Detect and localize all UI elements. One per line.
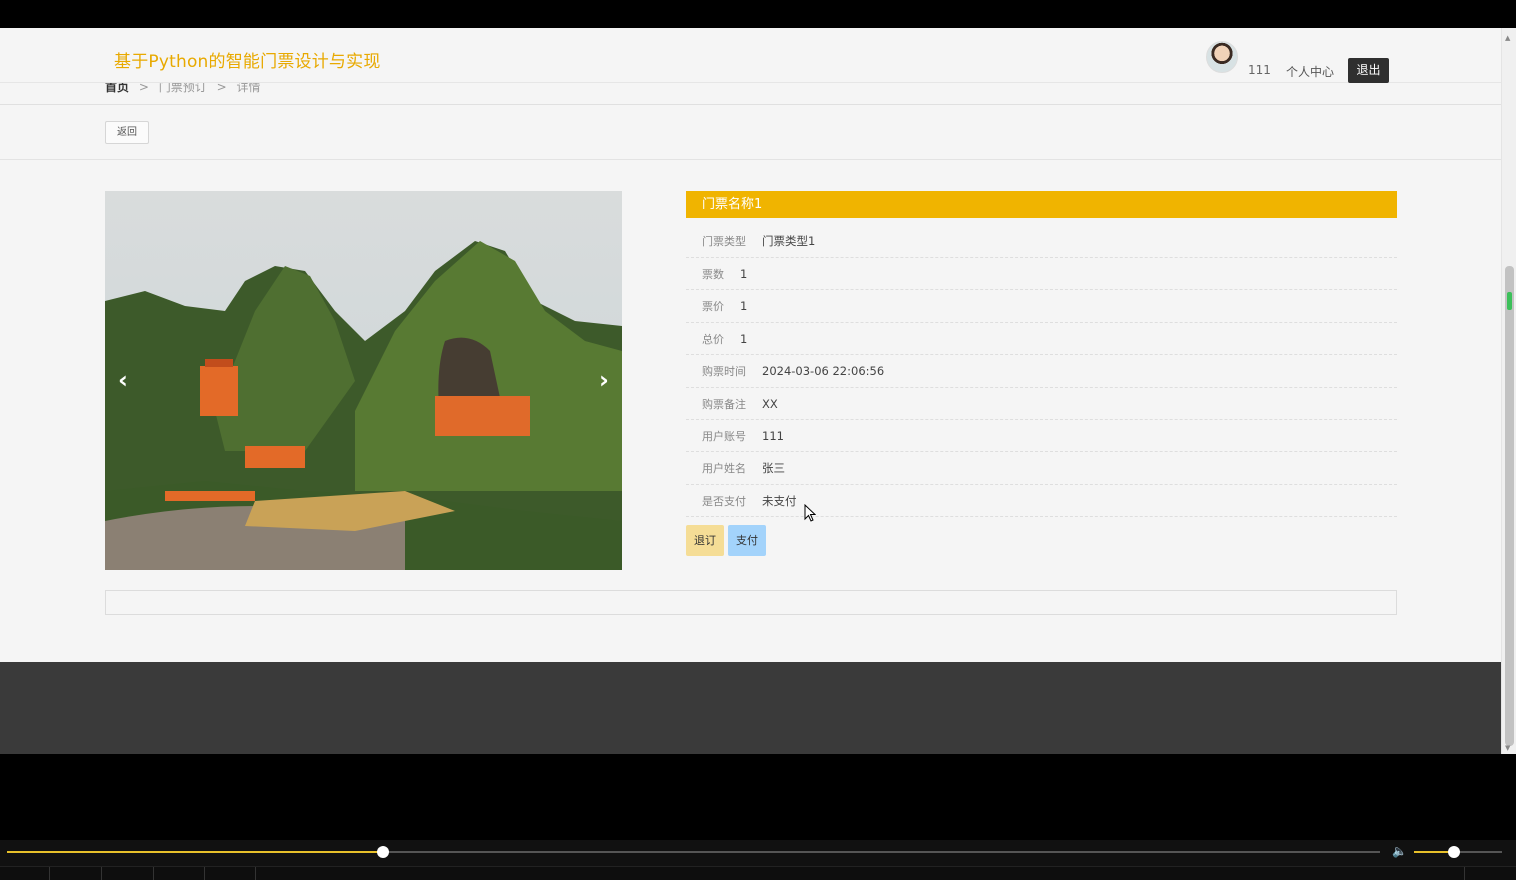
scrollbar-thumb[interactable] [1505,266,1514,746]
field-label: 购票时间 [702,365,746,379]
field-value: 1 [740,331,748,346]
scroll-up-icon[interactable]: ▲ [1505,34,1510,42]
volume-knob[interactable] [1447,846,1460,858]
detail-row: 门票类型 门票类型1 [686,218,1397,258]
taskbar-divider [255,867,256,880]
detail-row: 购票时间 2024-03-06 22:06:56 [686,355,1397,388]
detail-row: 是否支付 未支付 [686,485,1397,518]
field-value: 门票类型1 [762,234,816,248]
scroll-down-icon[interactable]: ▼ [1505,744,1510,752]
avatar[interactable] [1206,41,1238,73]
progress-track[interactable] [7,846,1380,858]
field-label: 总价 [702,332,724,346]
back-button[interactable]: 返回 [105,121,149,144]
field-value: 2024-03-06 22:06:56 [762,364,885,379]
browser-viewport: 基于Python的智能门票设计与实现 111 个人中心 退出 首页 > 门票预订… [0,28,1516,754]
media-player-bar: 🔈 [0,840,1516,880]
site-title[interactable]: 基于Python的智能门票设计与实现 [114,47,381,72]
site-header: 基于Python的智能门票设计与实现 111 个人中心 退出 [0,31,1501,83]
taskbar-divider [49,867,50,880]
site-footer [0,662,1501,754]
field-value: 1 [740,267,748,281]
taskbar-divider [101,867,102,880]
taskbar-divider [153,867,154,880]
carousel-next-icon[interactable]: › [594,367,614,393]
taskbar-strip [0,866,1516,880]
field-value: 未支付 [762,493,797,508]
detail-row: 用户账号 111 [686,420,1397,453]
field-label: 票价 [702,300,724,314]
field-label: 是否支付 [702,494,746,508]
ticket-title: 门票名称1 [686,191,1397,218]
taskbar-divider [204,867,205,880]
field-value: 张三 [762,461,785,476]
pay-button[interactable]: 支付 [728,525,766,557]
vertical-scrollbar[interactable]: ▲ ▼ [1501,28,1516,754]
logout-button[interactable]: 退出 [1348,58,1389,83]
taskbar-divider [1464,867,1465,880]
breadcrumb-bar: 首页 > 门票预订 > 详情 [0,80,1501,105]
user-name: 111 [1248,63,1271,77]
empty-content-box [105,590,1397,615]
action-buttons: 退订 支付 [686,525,1397,557]
field-value: 111 [762,428,784,443]
refund-button[interactable]: 退订 [686,525,724,557]
image-carousel[interactable]: ‹ › [105,191,622,570]
volume-track[interactable] [1414,846,1502,858]
scroll-marker [1507,292,1512,310]
detail-row: 总价 1 [686,323,1397,356]
mouse-cursor-icon [804,504,816,522]
field-label: 用户账号 [702,429,746,443]
detail-row: 票价 1 [686,290,1397,323]
volume-icon[interactable]: 🔈 [1392,844,1408,860]
back-section: 返回 [0,105,1501,160]
progress-knob[interactable] [377,846,390,858]
detail-row: 票数 1 [686,258,1397,291]
carousel-prev-icon[interactable]: ‹ [113,367,133,393]
field-value: XX [762,396,778,411]
field-label: 购票备注 [702,397,746,411]
progress-fill [7,851,384,853]
detail-row: 购票备注 XX [686,388,1397,420]
field-label: 用户姓名 [702,462,746,476]
ticket-detail-panel: 门票名称1 门票类型 门票类型1 票数 1 票价 1 总价 1 购票时间 2024-03-… [686,191,1397,557]
personal-center-link[interactable]: 个人中心 [1286,63,1334,80]
detail-row: 用户姓名 张三 [686,452,1397,485]
field-value: 1 [740,299,748,314]
field-label: 票数 [702,268,724,281]
screen: 基于Python的智能门票设计与实现 111 个人中心 退出 首页 > 门票预订… [0,0,1516,880]
scenic-photo [105,191,622,570]
